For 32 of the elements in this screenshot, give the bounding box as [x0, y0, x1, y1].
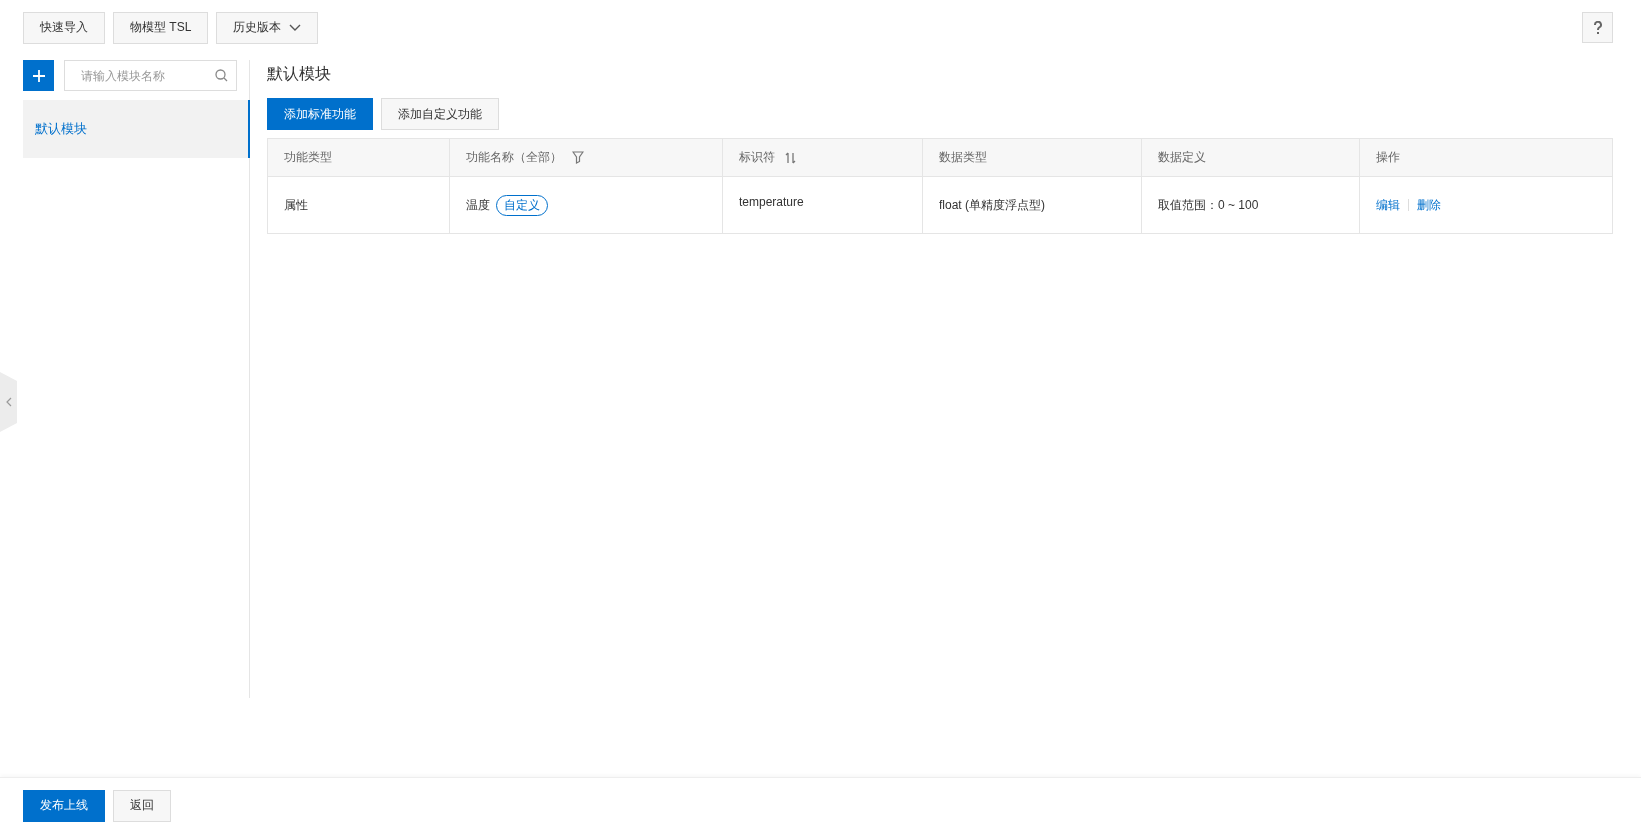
chevron-left-icon	[5, 397, 12, 407]
toolbar-button[interactable]: 物模型 TSL	[113, 11, 209, 44]
module-item[interactable]: 默认模块	[23, 100, 250, 158]
column-label: 操作	[1376, 149, 1400, 166]
feature-name: 温度	[466, 197, 490, 212]
help-button[interactable]	[1582, 12, 1613, 43]
filter-icon[interactable]	[572, 151, 584, 164]
add-standard-button[interactable]: 添加标准功能	[267, 98, 373, 130]
dropdown-button[interactable]: 历史版本	[216, 11, 319, 44]
column-label: 功能类型	[284, 149, 332, 166]
search-field[interactable]: 请输入模块名称	[64, 60, 237, 91]
table-cell: 取值范围：0 ~ 100	[1141, 176, 1360, 234]
question-mark-icon	[1592, 20, 1603, 35]
plus-icon	[32, 69, 45, 82]
column-label: 数据类型	[939, 149, 987, 166]
action-link[interactable]: 删除	[1417, 197, 1441, 212]
sort-icon[interactable]	[785, 151, 796, 164]
search-icon	[215, 69, 228, 82]
publish-button[interactable]: 发布上线	[23, 789, 105, 822]
table-cell: 属性	[267, 176, 450, 234]
table-cell: float (单精度浮点型)	[922, 176, 1142, 234]
table-cell: temperature	[722, 176, 923, 234]
add-custom-button[interactable]: 添加自定义功能	[381, 98, 499, 130]
column-label: 数据定义	[1158, 149, 1206, 166]
toolbar-button[interactable]: 快速导入	[23, 11, 105, 44]
column-label: 标识符	[739, 149, 775, 166]
chevron-down-icon	[289, 23, 302, 32]
back-button[interactable]: 返回	[113, 789, 171, 822]
add-button[interactable]	[23, 60, 54, 91]
action-link[interactable]: 编辑	[1376, 197, 1400, 212]
column-label: 功能名称（全部）	[466, 149, 562, 166]
module-title: 默认模块	[267, 64, 332, 84]
